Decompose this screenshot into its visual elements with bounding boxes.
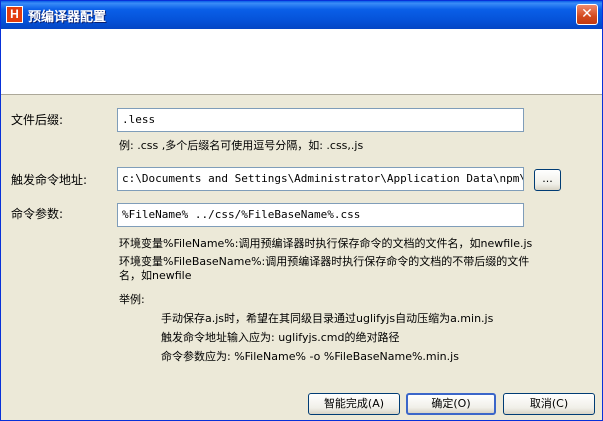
cmd-label: 触发命令地址: — [11, 173, 88, 187]
help-var-basename-line2: 名，如newfile — [119, 269, 192, 282]
browse-button[interactable]: ... — [534, 169, 561, 191]
ok-button[interactable]: 确定(O) — [406, 393, 496, 415]
help-var-filename: 环境变量%FileName%:调用预编译器时执行保存命令的文档的文件名，如new… — [119, 237, 533, 250]
example-title: 举例: — [119, 293, 145, 306]
args-label: 命令参数: — [11, 207, 64, 221]
ext-hint: 例: .css ,多个后缀名可使用逗号分隔，如: .css,.js — [119, 139, 364, 152]
example-line-1: 手动保存a.js时，希望在其同级目录通过uglifyjs自动压缩为a.min.j… — [161, 312, 494, 325]
cancel-button[interactable]: 取消(C) — [503, 393, 595, 415]
example-line-2: 触发命令地址输入应为: uglifyjs.cmd的绝对路径 — [161, 331, 400, 344]
cmd-path-input[interactable]: c:\Documents and Settings\Administrator\… — [117, 167, 524, 191]
dialog-header-area — [1, 29, 602, 95]
app-icon: H — [6, 6, 23, 23]
ext-input[interactable]: .less — [117, 108, 524, 132]
smart-complete-button[interactable]: 智能完成(A) — [308, 393, 400, 415]
help-var-basename-line1: 环境变量%FileBaseName%:调用预编译器时执行保存命令的文档的不带后缀… — [119, 255, 530, 268]
args-input[interactable]: %FileName% ../css/%FileBaseName%.css — [117, 203, 524, 227]
ext-label: 文件后缀: — [11, 113, 64, 127]
dialog-window: H 预编译器配置 ✕ 文件后缀: .less 例: .css ,多个后缀名可使用… — [0, 0, 603, 421]
window-title: 预编译器配置 — [28, 10, 107, 25]
close-icon: ✕ — [581, 6, 593, 22]
example-line-3: 命令参数应为: %FileName% -o %FileBaseName%.min… — [161, 350, 459, 363]
title-bar[interactable]: H 预编译器配置 ✕ — [1, 1, 602, 29]
close-button[interactable]: ✕ — [576, 4, 598, 25]
